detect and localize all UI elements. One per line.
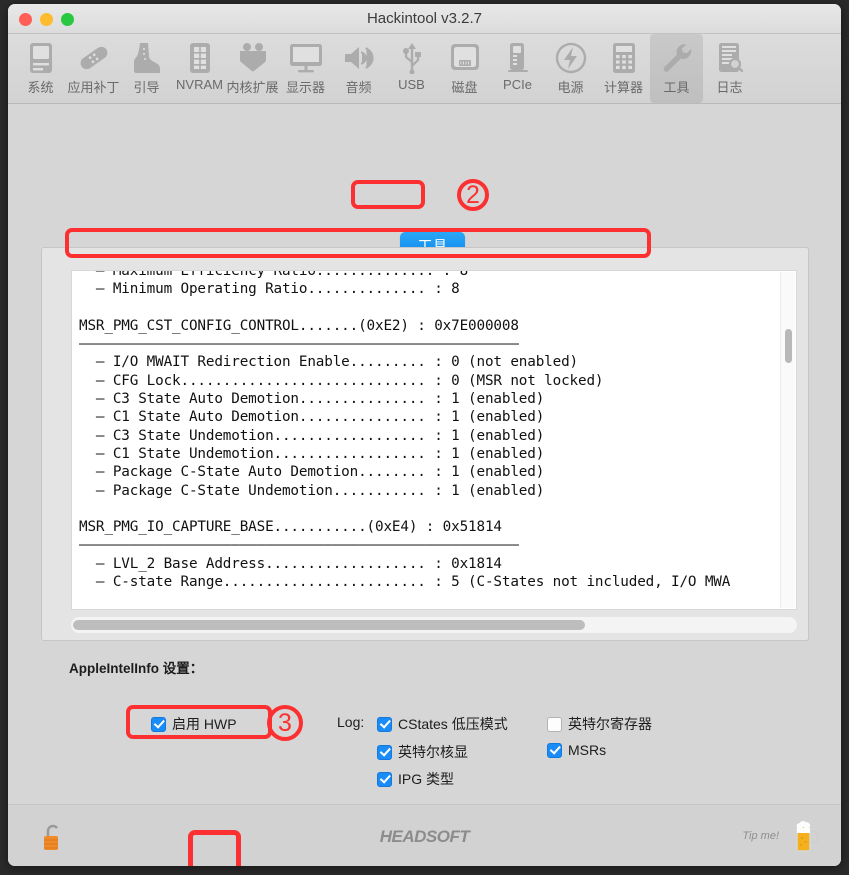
app-window: Hackintool v3.2.7 系统 应用补丁 引导 NVRAM 内核扩展 … xyxy=(8,4,841,866)
brand-logo: HEADSOFT xyxy=(379,827,470,846)
log-option-intel-registers[interactable]: 英特尔寄存器 xyxy=(547,714,652,734)
toolbar-item-audio[interactable]: 音频 xyxy=(332,34,385,103)
bandaid-icon xyxy=(77,39,111,76)
scrollbar-thumb[interactable] xyxy=(785,329,792,363)
toolbar-label: USB xyxy=(398,77,425,92)
checkbox-label: IPG 类型 xyxy=(398,771,455,787)
tip-me-label[interactable]: Tip me! xyxy=(742,830,779,842)
log-group-label: Log: xyxy=(337,714,365,730)
hwp-checkbox[interactable]: 启用 HWP xyxy=(151,714,237,734)
console-text: — Maximum Efficiency Ratio..............… xyxy=(79,270,731,591)
log-search-icon xyxy=(717,39,743,76)
toolbar-label: 系统 xyxy=(27,80,54,95)
toolbar-label: 引导 xyxy=(133,80,160,95)
toolbar-label: 应用补丁 xyxy=(67,80,120,95)
checkbox-box[interactable] xyxy=(377,771,392,787)
toolbar-item-app-patch[interactable]: 应用补丁 xyxy=(67,34,120,103)
log-option-msrs[interactable]: MSRs xyxy=(547,742,606,758)
checkbox-label: 启用 HWP xyxy=(172,716,237,732)
toolbar-item-nvram[interactable]: NVRAM xyxy=(173,34,226,103)
checkbox-box[interactable] xyxy=(547,742,562,758)
calculator-icon xyxy=(612,39,636,76)
toolbar-item-display[interactable]: 显示器 xyxy=(279,34,332,103)
toolbar-label: 磁盘 xyxy=(451,80,478,95)
usb-icon xyxy=(400,39,424,76)
pcie-icon xyxy=(507,39,529,76)
checkbox-label: 英特尔寄存器 xyxy=(568,716,652,732)
settings-section-title: AppleIntelInfo 设置： xyxy=(69,661,204,676)
toolbar-label: 内核扩展 xyxy=(226,80,279,95)
toolbar-label: PCIe xyxy=(503,77,532,92)
toolbar-item-power[interactable]: 电源 xyxy=(544,34,597,103)
toolbar-label: 工具 xyxy=(663,80,690,95)
checkbox-label: 英特尔核显 xyxy=(398,744,468,760)
checkbox-label: CStates 低压模式 xyxy=(398,716,508,732)
speaker-icon xyxy=(343,39,375,76)
log-option-cstates[interactable]: CStates 低压模式 xyxy=(377,714,508,734)
checkbox-label: MSRs xyxy=(568,742,607,758)
toolbar-label: 音频 xyxy=(345,80,372,95)
console-vertical-scrollbar[interactable] xyxy=(780,272,795,608)
window-title: Hackintool v3.2.7 xyxy=(366,10,483,27)
toolbar-item-usb[interactable]: USB xyxy=(385,34,438,103)
scrollbar-thumb[interactable] xyxy=(73,620,585,630)
toolbar-item-pcie[interactable]: PCIe xyxy=(491,34,544,103)
checkbox-box[interactable] xyxy=(377,744,392,760)
checkbox-box[interactable] xyxy=(151,716,166,732)
main-toolbar: 系统 应用补丁 引导 NVRAM 内核扩展 显示器 音频 USB 磁盘 PCIe… xyxy=(8,34,841,104)
title-bar: Hackintool v3.2.7 xyxy=(8,4,841,34)
boot-icon xyxy=(133,39,161,76)
toolbar-item-calculator[interactable]: 计算器 xyxy=(597,34,650,103)
kext-icon xyxy=(237,39,269,76)
toolbar-item-tools[interactable]: 工具 xyxy=(650,34,703,103)
console-textarea[interactable]: — Maximum Efficiency Ratio..............… xyxy=(71,270,797,610)
console-horizontal-scrollbar[interactable] xyxy=(71,617,797,633)
display-icon xyxy=(289,39,323,76)
annotation-circle-3: 3 xyxy=(267,705,303,741)
log-option-intel-igpu[interactable]: 英特尔核显 xyxy=(377,742,468,762)
toolbar-item-boot[interactable]: 引导 xyxy=(120,34,173,103)
nvram-icon xyxy=(188,39,212,76)
checkbox-box[interactable] xyxy=(377,716,392,732)
toolbar-item-kext[interactable]: 内核扩展 xyxy=(226,34,279,103)
power-bolt-icon xyxy=(555,39,587,76)
content-area: 工具 — Maximum Efficiency Ratio...........… xyxy=(8,104,841,866)
disk-icon xyxy=(450,39,480,76)
toolbar-label: 电源 xyxy=(557,80,584,95)
toolbar-label: 计算器 xyxy=(603,80,643,95)
toolbar-label: 日志 xyxy=(716,80,743,95)
computer-icon xyxy=(28,39,54,76)
toolbar-label: NVRAM xyxy=(176,77,223,92)
wrench-icon xyxy=(661,39,693,76)
toolbar-item-log[interactable]: 日志 xyxy=(703,34,756,103)
beer-mug-icon[interactable] xyxy=(793,817,819,858)
console-panel: — Maximum Efficiency Ratio..............… xyxy=(41,247,809,641)
checkbox-box[interactable] xyxy=(547,716,562,732)
annotation-circle-2: 2 xyxy=(457,179,489,211)
log-option-ipg-type[interactable]: IPG 类型 xyxy=(377,769,454,789)
toolbar-item-disk[interactable]: 磁盘 xyxy=(438,34,491,103)
annotation-box-msr-address xyxy=(351,180,425,209)
toolbar-label: 显示器 xyxy=(285,80,325,95)
toolbar-item-system[interactable]: 系统 xyxy=(14,34,67,103)
status-bar: HEADSOFT Tip me! xyxy=(8,804,841,866)
